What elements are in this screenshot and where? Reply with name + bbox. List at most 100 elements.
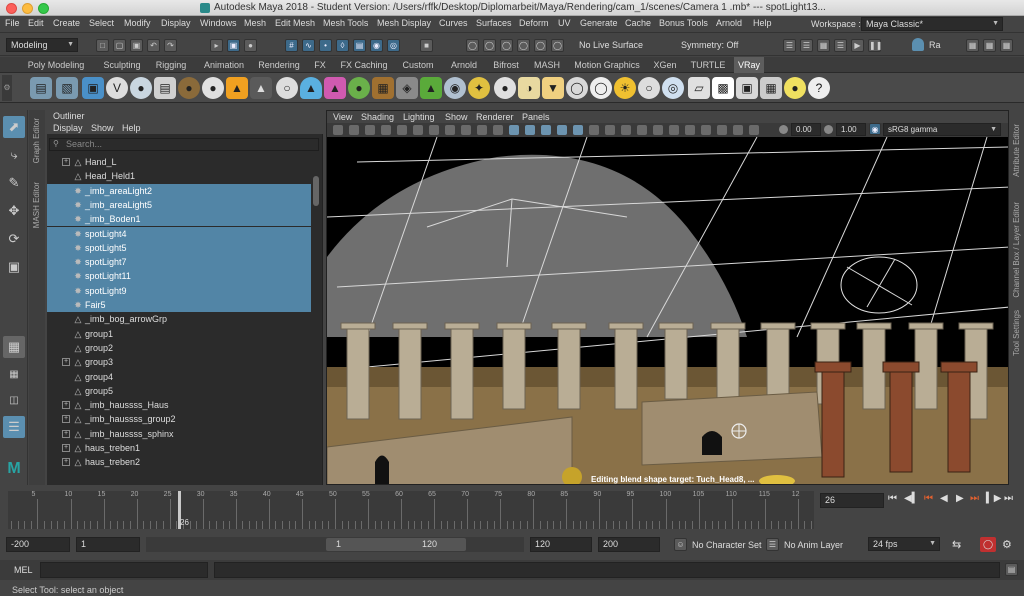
go-to-end-icon[interactable]: ⏭ — [1004, 493, 1013, 504]
shelf-tab-fx[interactable]: FX — [310, 57, 330, 73]
layout-icon[interactable]: ▦ — [817, 39, 830, 52]
character-set-label[interactable]: No Character Set — [692, 540, 762, 550]
select-tool-icon[interactable]: ⬈ — [3, 116, 25, 138]
time-slider[interactable]: 5 10 15 20 25 30 35 40 45 50 55 60 65 70 75 80 85 90 95 100… — [0, 487, 1024, 532]
user-name[interactable]: Ra — [929, 40, 941, 50]
bookmark-icon[interactable] — [365, 125, 375, 135]
textured-icon[interactable] — [557, 125, 567, 135]
vray-globe-icon[interactable]: ◎ — [662, 77, 684, 99]
menu-set-select[interactable]: Modeling ▼ — [6, 38, 78, 52]
isolate-icon[interactable] — [669, 125, 679, 135]
outliner-row[interactable]: △ group2 — [47, 341, 311, 355]
shelf-tab-motion-graphics[interactable]: Motion Graphics — [572, 57, 642, 73]
minimize-window-button[interactable] — [22, 3, 33, 14]
render-frame-icon[interactable]: ◯ — [500, 39, 513, 52]
vray-light-line-icon[interactable]: ▲ — [250, 77, 272, 99]
menu-mesh-display[interactable]: Mesh Display — [377, 18, 431, 28]
xray-components-icon[interactable] — [717, 125, 727, 135]
step-back-key-icon[interactable]: ◀▍ — [904, 493, 919, 504]
snap-surface-icon[interactable]: ▤ — [353, 39, 366, 52]
shelf-gear-icon[interactable]: ⚙ — [2, 75, 12, 101]
vray-bubbles-icon[interactable]: ◉ — [444, 77, 466, 99]
vray-water-icon[interactable]: ▲ — [300, 77, 322, 99]
shelf-tab-fx-caching[interactable]: FX Caching — [338, 57, 390, 73]
grid-icon[interactable] — [397, 125, 407, 135]
menu-select[interactable]: Select — [89, 18, 114, 28]
vray-sphere-icon[interactable]: ● — [130, 77, 152, 99]
menu-modify[interactable]: Modify — [124, 18, 151, 28]
camera-attr-icon[interactable] — [349, 125, 359, 135]
outliner-search-input[interactable]: Search... — [49, 138, 319, 151]
motion-blur-icon[interactable] — [621, 125, 631, 135]
expand-icon[interactable]: + — [62, 401, 70, 410]
vray-stripes-icon[interactable]: ▤ — [30, 77, 52, 99]
shelf-tab-poly-modeling[interactable]: Poly Modeling — [26, 57, 86, 73]
camera-icon[interactable] — [333, 125, 343, 135]
menu-deform[interactable]: Deform — [519, 18, 549, 28]
wireframe-on-shaded-icon[interactable] — [541, 125, 551, 135]
symmetry-label[interactable]: Symmetry: Off — [681, 40, 738, 50]
snap-grid-icon[interactable]: # — [285, 39, 298, 52]
range-handle[interactable]: 1 120 — [326, 538, 466, 551]
vray-frame-buffer-icon[interactable]: ▣ — [82, 77, 104, 99]
outliner-row[interactable]: △ group1 — [47, 327, 311, 341]
live-surface-label[interactable]: No Live Surface — [579, 40, 643, 50]
gamma-field[interactable]: 1.00 — [836, 123, 866, 136]
anim-layer-label[interactable]: No Anim Layer — [784, 540, 843, 550]
menu-edit[interactable]: Edit — [28, 18, 44, 28]
new-scene-icon[interactable]: □ — [96, 39, 109, 52]
outliner-scroll-thumb[interactable] — [313, 176, 319, 206]
outliner-row[interactable]: + △ _imb_haussss_group2 — [47, 412, 311, 426]
redo-icon[interactable]: ↷ — [164, 39, 177, 52]
shelf-tab-mash[interactable]: MASH — [530, 57, 564, 73]
snap-point-icon[interactable]: • — [319, 39, 332, 52]
menu-surfaces[interactable]: Surfaces — [476, 18, 512, 28]
attribute-toggle-icon[interactable]: ▦ — [983, 39, 996, 52]
color-space-select[interactable]: sRG8 gamma ▼ — [883, 123, 1001, 136]
undo-icon[interactable]: ↶ — [147, 39, 160, 52]
smooth-shade-icon[interactable] — [525, 125, 535, 135]
step-forward-icon[interactable]: ▍▶ — [986, 493, 1001, 504]
attribute-editor-tab[interactable]: Attribute Editor — [1012, 124, 1021, 177]
input-line-icon[interactable]: ☰ — [783, 39, 796, 52]
prev-key-icon[interactable]: ⏮ — [924, 493, 933, 504]
vray-help-icon[interactable]: ? — [808, 77, 830, 99]
vray-rect-light-icon[interactable]: ◯ — [590, 77, 612, 99]
vray-sphere-light-icon[interactable]: ○ — [638, 77, 660, 99]
vray-sparkle-icon[interactable]: ✦ — [468, 77, 490, 99]
film-gate-icon[interactable] — [413, 125, 423, 135]
outliner-row[interactable]: + △ haus_treben2 — [47, 455, 311, 469]
ipr-render-icon[interactable]: ◯ — [517, 39, 530, 52]
vray-wood-icon[interactable]: ▦ — [372, 77, 394, 99]
render-view-icon[interactable]: ◯ — [483, 39, 496, 52]
vray-doc-icon[interactable]: ▤ — [154, 77, 176, 99]
menu-mesh-tools[interactable]: Mesh Tools — [323, 18, 368, 28]
shelf-tab-rendering[interactable]: Rendering — [254, 57, 304, 73]
hud-icon[interactable] — [733, 125, 743, 135]
viewport-panel[interactable]: View Shading Lighting Show Renderer Pane… — [326, 110, 1009, 485]
rotate-tool-icon[interactable]: ⟳ — [3, 228, 25, 250]
outliner-layout-icon[interactable]: ☰ — [3, 416, 25, 438]
select-hierarchy-icon[interactable]: ▸ — [210, 39, 223, 52]
snap-view-icon[interactable]: ◊ — [336, 39, 349, 52]
channel-box-icon[interactable]: ☰ — [800, 39, 813, 52]
side-by-side-layout-icon[interactable]: ◫ — [3, 390, 25, 412]
four-pane-layout-icon[interactable]: ▦ — [3, 364, 25, 386]
menu-generate[interactable]: Generate — [580, 18, 618, 28]
gate-mask-icon[interactable] — [445, 125, 455, 135]
shelf-tab-animation[interactable]: Animation — [200, 57, 248, 73]
shelf-tab-turtle[interactable]: TURTLE — [688, 57, 728, 73]
color-management-icon[interactable]: ◉ — [869, 123, 881, 135]
vray-green-sphere-icon[interactable]: ● — [348, 77, 370, 99]
vray-grass-icon[interactable]: ▲ — [420, 77, 442, 99]
expand-icon[interactable]: + — [62, 158, 70, 166]
preferences-icon[interactable]: ⚙ — [1002, 538, 1012, 551]
vray-sun-icon[interactable]: ☀ — [614, 77, 636, 99]
depth-of-field-icon[interactable] — [653, 125, 663, 135]
auto-key-icon[interactable]: ◯ — [980, 537, 996, 552]
vray-fire-icon[interactable]: ▲ — [226, 77, 248, 99]
outliner-row[interactable]: ✸ spotLight11 — [47, 269, 311, 284]
hypershade-icon[interactable]: ◯ — [551, 39, 564, 52]
menu-create[interactable]: Create — [53, 18, 80, 28]
close-window-button[interactable] — [6, 3, 17, 14]
